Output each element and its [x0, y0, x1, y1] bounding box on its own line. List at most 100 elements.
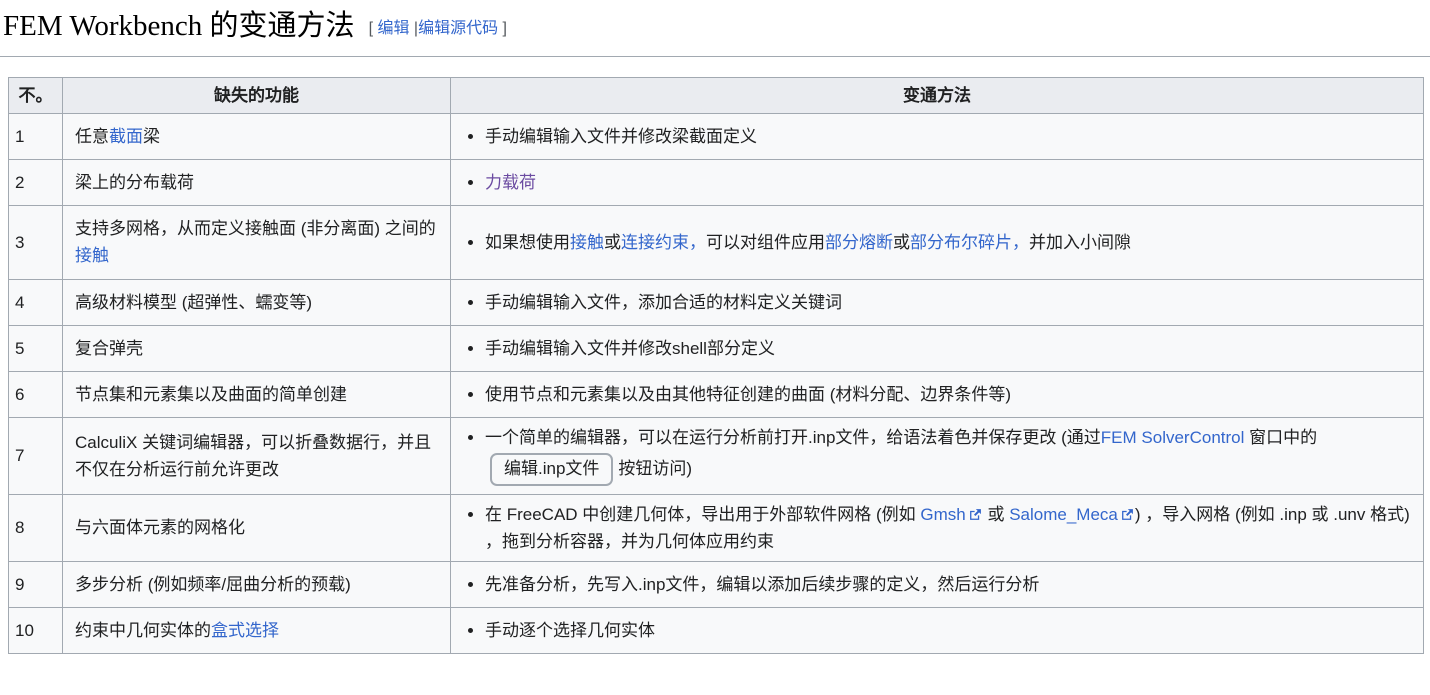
external-link-icon — [969, 508, 982, 521]
text-segment: 与六面体元素的网格化 — [75, 518, 245, 537]
inline-wiki-link[interactable]: 接触 — [570, 233, 604, 252]
text-segment: 按钮访问) — [618, 459, 692, 478]
workaround-cell: 手动逐个选择几何实体 — [451, 608, 1424, 654]
table-row: 3支持多网格，从而定义接触面 (非分离面) 之间的接触如果想使用接触或连接约束，… — [9, 206, 1424, 279]
row-number: 4 — [9, 279, 63, 325]
col-header-no: 不。 — [9, 77, 63, 113]
col-header-workaround: 变通方法 — [451, 77, 1424, 113]
workaround-list: 如果想使用接触或连接约束，可以对组件应用部分熔断或部分布尔碎片，并加入小间隙 — [463, 229, 1411, 256]
fem-workarounds-table: 不。 缺失的功能 变通方法 1任意截面梁手动编辑输入文件并修改梁截面定义2梁上的… — [8, 77, 1424, 655]
row-number: 8 — [9, 494, 63, 561]
text-segment: 支持多网格，从而定义接触面 (非分离面) 之间的 — [75, 219, 436, 238]
external-link[interactable]: Gmsh — [920, 505, 965, 524]
text-segment: 梁 — [143, 127, 160, 146]
workaround-cell: 手动编辑输入文件，添加合适的材料定义关键词 — [451, 279, 1424, 325]
text-segment: 任意 — [75, 127, 109, 146]
row-number: 10 — [9, 608, 63, 654]
workaround-cell: 如果想使用接触或连接约束，可以对组件应用部分熔断或部分布尔碎片，并加入小间隙 — [451, 206, 1424, 279]
workaround-list: 手动编辑输入文件并修改梁截面定义 — [463, 123, 1411, 150]
inline-wiki-link[interactable]: 部分布尔碎片， — [910, 233, 1029, 252]
table-row: 8 与六面体元素的网格化 在 FreeCAD 中创建几何体，导出用于外部软件网格 (… — [9, 494, 1424, 561]
row-number: 5 — [9, 325, 63, 371]
text-segment: 约束中几何实体的 — [75, 621, 211, 640]
inline-wiki-link[interactable]: 连接约束， — [621, 233, 706, 252]
edit-section: [ 编辑 |编辑源代码 ] — [369, 20, 507, 37]
workaround-list: 力载荷 — [463, 169, 1411, 196]
row-number: 6 — [9, 372, 63, 418]
workaround-list: 手动编辑输入文件并修改shell部分定义 — [463, 335, 1411, 362]
text-segment: 或 — [983, 505, 1009, 524]
text-segment: 并加入小间隙 — [1029, 233, 1131, 252]
inline-wiki-link[interactable]: 部分熔断 — [825, 233, 893, 252]
col-header-missing-feature: 缺失的功能 — [63, 77, 451, 113]
text-segment: 复合弹壳 — [75, 339, 143, 358]
workaround-list-item: 如果想使用接触或连接约束，可以对组件应用部分熔断或部分布尔碎片，并加入小间隙 — [485, 229, 1411, 256]
table-row: 9多步分析 (例如频率/屈曲分析的预载) 先准备分析，先写入.inp文件，编辑以添… — [9, 562, 1424, 608]
text-segment: 手动编辑输入文件，添加合适的材料定义关键词 — [485, 293, 842, 312]
page-title-text: FEM Workbench 的变通方法 — [3, 10, 355, 42]
text-segment: 先准备分析，先写入.inp文件，编辑以添加后续步骤的定义，然后运行分析 — [485, 575, 1039, 594]
edit-source-link[interactable]: 编辑源代码 — [418, 20, 498, 37]
text-segment: 可以对组件应用 — [706, 233, 825, 252]
workaround-list: 在 FreeCAD 中创建几何体，导出用于外部软件网格 (例如 Gmsh 或 S… — [463, 501, 1411, 555]
missing-feature-cell: 梁上的分布载荷 — [63, 160, 451, 206]
text-segment: 手动逐个选择几何实体 — [485, 621, 655, 640]
table-row: 6节点集和元素集以及曲面的简单创建 使用节点和元素集以及由其他特征创建的曲面 (材… — [9, 372, 1424, 418]
workaround-list-item: 手动逐个选择几何实体 — [485, 617, 1411, 644]
inline-wiki-link[interactable]: 盒式选择 — [211, 621, 279, 640]
workaround-list: 使用节点和元素集以及由其他特征创建的曲面 (材料分配、边界条件等) — [463, 381, 1411, 408]
workaround-cell: 一个简单的编辑器，可以在运行分析前打开.inp文件，给语法着色并保存更改 (通过… — [451, 418, 1424, 495]
workaround-list-item: 先准备分析，先写入.inp文件，编辑以添加后续步骤的定义，然后运行分析 — [485, 571, 1411, 598]
workaround-cell: 使用节点和元素集以及由其他特征创建的曲面 (材料分配、边界条件等) — [451, 372, 1424, 418]
inline-wiki-link[interactable]: 力载荷 — [485, 173, 536, 192]
row-number: 3 — [9, 206, 63, 279]
inline-wiki-link[interactable]: FEM SolverControl — [1101, 428, 1245, 447]
missing-feature-cell: 任意截面梁 — [63, 113, 451, 159]
table-header-row: 不。 缺失的功能 变通方法 — [9, 77, 1424, 113]
table-row: 4 高级材料模型 (超弹性、蠕变等) 手动编辑输入文件，添加合适的材料定义关键词 — [9, 279, 1424, 325]
text-segment: 或 — [893, 233, 910, 252]
page-title: FEM Workbench 的变通方法 [ 编辑 |编辑源代码 ] — [0, 0, 1430, 57]
missing-feature-cell: 复合弹壳 — [63, 325, 451, 371]
text-segment: CalculiX 关键词编辑器，可以折叠数据行，并且不仅在分析运行前允许更改 — [75, 433, 431, 479]
row-number: 9 — [9, 562, 63, 608]
row-number: 2 — [9, 160, 63, 206]
edit-section-divider: | — [409, 20, 418, 37]
external-link[interactable]: Salome_Meca — [1009, 505, 1118, 524]
missing-feature-cell: 多步分析 (例如频率/屈曲分析的预载) — [63, 562, 451, 608]
workaround-cell: 力载荷 — [451, 160, 1424, 206]
workaround-cell: 先准备分析，先写入.inp文件，编辑以添加后续步骤的定义，然后运行分析 — [451, 562, 1424, 608]
text-segment: 梁上的分布载荷 — [75, 173, 194, 192]
table-body: 1任意截面梁手动编辑输入文件并修改梁截面定义2梁上的分布载荷力载荷3支持多网格，… — [9, 113, 1424, 654]
workaround-list: 手动逐个选择几何实体 — [463, 617, 1411, 644]
text-segment: 手动编辑输入文件并修改梁截面定义 — [485, 127, 757, 146]
text-segment: 窗口中的 — [1244, 428, 1317, 447]
edit-section-bracket-close: ] — [498, 20, 507, 37]
workaround-list-item: 手动编辑输入文件并修改shell部分定义 — [485, 335, 1411, 362]
workaround-list-item: 一个简单的编辑器，可以在运行分析前打开.inp文件，给语法着色并保存更改 (通过… — [485, 424, 1411, 488]
missing-feature-cell: 约束中几何实体的盒式选择 — [63, 608, 451, 654]
edit-link[interactable]: 编辑 — [377, 20, 409, 37]
text-segment: 手动编辑输入文件并修改shell部分定义 — [485, 339, 775, 358]
row-number: 7 — [9, 418, 63, 495]
text-segment: 在 FreeCAD 中创建几何体，导出用于外部软件网格 (例如 — [485, 505, 920, 524]
inline-wiki-link[interactable]: 接触 — [75, 246, 109, 265]
text-segment: 高级材料模型 (超弹性、蠕变等) — [75, 293, 312, 312]
text-segment: 一个简单的编辑器，可以在运行分析前打开.inp文件，给语法着色并保存更改 (通过 — [485, 428, 1101, 447]
inline-wiki-link[interactable]: 截面 — [109, 127, 143, 146]
table-row: 5 复合弹壳 手动编辑输入文件并修改shell部分定义 — [9, 325, 1424, 371]
workaround-list-item: 在 FreeCAD 中创建几何体，导出用于外部软件网格 (例如 Gmsh 或 S… — [485, 501, 1411, 555]
table-row: 1任意截面梁手动编辑输入文件并修改梁截面定义 — [9, 113, 1424, 159]
missing-feature-cell: 节点集和元素集以及曲面的简单创建 — [63, 372, 451, 418]
text-segment: 或 — [604, 233, 621, 252]
workaround-list: 先准备分析，先写入.inp文件，编辑以添加后续步骤的定义，然后运行分析 — [463, 571, 1411, 598]
table-row: 7 CalculiX 关键词编辑器，可以折叠数据行，并且不仅在分析运行前允许更改 一… — [9, 418, 1424, 495]
workaround-cell: 在 FreeCAD 中创建几何体，导出用于外部软件网格 (例如 Gmsh 或 S… — [451, 494, 1424, 561]
text-segment: 使用节点和元素集以及由其他特征创建的曲面 (材料分配、边界条件等) — [485, 385, 1011, 404]
row-number: 1 — [9, 113, 63, 159]
missing-feature-cell: 高级材料模型 (超弹性、蠕变等) — [63, 279, 451, 325]
missing-feature-cell: 支持多网格，从而定义接触面 (非分离面) 之间的接触 — [63, 206, 451, 279]
edit-inp-file-button[interactable]: 编辑.inp文件 — [490, 453, 613, 485]
workaround-list-item: 手动编辑输入文件并修改梁截面定义 — [485, 123, 1411, 150]
workaround-list: 手动编辑输入文件，添加合适的材料定义关键词 — [463, 289, 1411, 316]
